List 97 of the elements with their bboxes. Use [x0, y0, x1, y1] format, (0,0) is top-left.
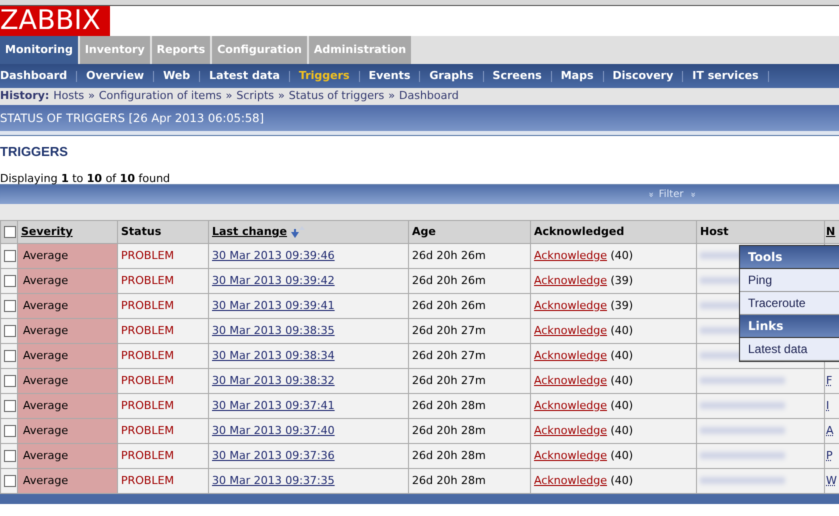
submenu-link[interactable]: Graphs: [429, 68, 474, 84]
acknowledge-link[interactable]: Acknowledge: [534, 324, 608, 337]
section-title: TRIGGERS: [0, 143, 69, 161]
ack-count-text: (39): [610, 298, 634, 312]
acknowledge-link[interactable]: Acknowledge: [534, 248, 608, 262]
age-text: 26d 20h 28m: [412, 398, 486, 412]
submenu-link[interactable]: Dashboard: [0, 68, 68, 84]
severity-text: Average: [23, 374, 68, 387]
menu-item[interactable]: Ping: [740, 269, 839, 292]
submenu-link[interactable]: Maps: [560, 68, 594, 84]
acknowledge-link[interactable]: Acknowledge: [534, 298, 608, 312]
menu-section-title: Links: [740, 315, 839, 338]
age-text: 26d 20h 27m: [412, 348, 486, 362]
menu-item[interactable]: Latest data: [740, 338, 839, 361]
acknowledge-link[interactable]: Acknowledge: [534, 474, 608, 487]
age-text: 26d 20h 28m: [412, 474, 486, 487]
ack-count-text: (40): [610, 324, 634, 337]
sort-arrows-icon[interactable]: [289, 224, 306, 239]
main-menu-tab[interactable]: Monitoring: [0, 36, 78, 64]
column-header: Age: [412, 224, 436, 238]
severity-text: Average: [23, 248, 68, 262]
submenu-link[interactable]: Triggers: [298, 68, 350, 84]
ack-count-text: (40): [610, 474, 634, 487]
separator-text: »: [278, 88, 285, 104]
acknowledge-link[interactable]: Acknowledge: [534, 274, 608, 287]
ack-count-text: (40): [610, 348, 634, 362]
severity-text: Average: [23, 324, 68, 337]
row-checkbox[interactable]: [4, 424, 16, 437]
severity-text: Average: [23, 298, 68, 312]
separator-text: »: [226, 88, 232, 104]
submenu-link[interactable]: Latest data: [209, 68, 280, 84]
submenu-link[interactable]: Events: [368, 68, 410, 84]
age-text: 26d 20h 28m: [412, 424, 486, 437]
age-text: 26d 20h 27m: [412, 324, 486, 337]
trigger-name-link[interactable]: I: [826, 398, 830, 412]
severity-text: Average: [23, 424, 68, 437]
column-header: Acknowledged: [534, 224, 624, 238]
severity-text: Average: [23, 474, 68, 487]
status-text: PROBLEM: [121, 348, 174, 362]
history-link[interactable]: Scripts: [236, 88, 274, 105]
row-checkbox[interactable]: [4, 400, 16, 412]
acknowledge-link[interactable]: Acknowledge: [534, 448, 608, 462]
status-text: PROBLEM: [121, 424, 174, 437]
status-text: PROBLEM: [121, 398, 174, 412]
ack-count-text: (40): [610, 424, 634, 437]
row-checkbox[interactable]: [4, 300, 16, 312]
status-text: PROBLEM: [121, 474, 174, 487]
separator-text: »: [388, 88, 396, 104]
age-text: 26d 20h 28m: [412, 448, 486, 462]
status-text: PROBLEM: [121, 298, 174, 312]
status-text: PROBLEM: [121, 448, 174, 462]
row-checkbox[interactable]: [4, 324, 16, 337]
status-text: PROBLEM: [121, 374, 174, 387]
severity-text: Average: [23, 448, 68, 462]
ack-count-text: (40): [610, 248, 634, 262]
result-count-text: Displaying 1 to 10 of 10 found: [0, 170, 172, 186]
row-checkbox[interactable]: [4, 374, 16, 387]
history-label: History:: [0, 88, 50, 104]
history-link[interactable]: Hosts: [53, 88, 84, 105]
status-text: PROBLEM: [121, 274, 174, 287]
history-link[interactable]: Dashboard: [399, 88, 459, 105]
row-checkbox[interactable]: [4, 350, 16, 362]
acknowledge-link[interactable]: Acknowledge: [534, 398, 608, 412]
age-text: 26d 20h 26m: [412, 298, 486, 312]
severity-text: Average: [23, 274, 68, 287]
severity-text: Average: [23, 398, 68, 412]
status-text: PROBLEM: [121, 248, 174, 262]
ack-count-text: (40): [610, 448, 634, 462]
submenu-link[interactable]: Web: [163, 68, 190, 84]
history-link[interactable]: Configuration of items: [98, 88, 222, 105]
logo: ZABBIX: [0, 6, 110, 36]
acknowledge-link[interactable]: Acknowledge: [534, 374, 608, 387]
acknowledge-link[interactable]: Acknowledge: [534, 424, 608, 437]
severity-text: Average: [23, 348, 68, 362]
submenu-link[interactable]: Screens: [492, 68, 542, 84]
ack-count-text: (40): [610, 398, 634, 412]
age-text: 26d 20h 26m: [412, 248, 486, 262]
column-header: Host: [700, 224, 729, 238]
age-text: 26d 20h 27m: [412, 374, 486, 387]
page-title: STATUS OF TRIGGERS [26 Apr 2013 06:05:58]: [0, 111, 264, 125]
ack-count-text: (40): [610, 374, 634, 387]
row-checkbox[interactable]: [4, 474, 16, 487]
row-checkbox[interactable]: [4, 450, 16, 462]
column-header: Status: [121, 224, 162, 238]
row-checkbox[interactable]: [4, 250, 16, 262]
separator-text: »: [88, 88, 95, 104]
submenu-link[interactable]: Overview: [86, 68, 144, 84]
ack-count-text: (39): [610, 274, 634, 287]
row-checkbox[interactable]: [4, 274, 16, 287]
acknowledge-link[interactable]: Acknowledge: [534, 348, 608, 362]
status-text: PROBLEM: [121, 324, 174, 337]
checkbox[interactable]: [4, 226, 16, 238]
menu-section-title: Tools: [740, 246, 839, 269]
history-link[interactable]: Status of triggers: [288, 88, 384, 105]
age-text: 26d 20h 26m: [412, 274, 486, 287]
submenu-link[interactable]: IT services: [692, 68, 759, 84]
submenu-link[interactable]: Discovery: [612, 68, 674, 84]
